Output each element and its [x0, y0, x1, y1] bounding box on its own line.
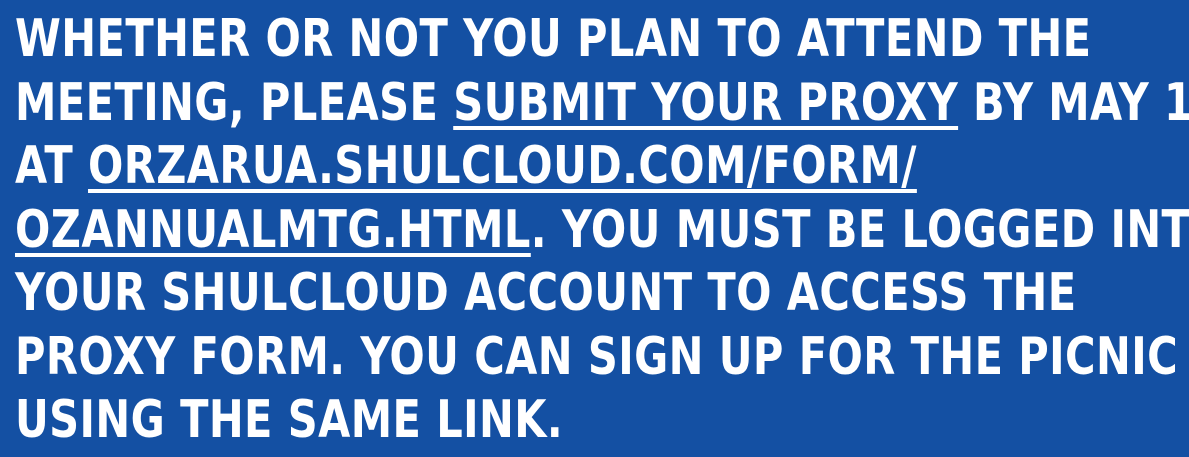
notice-line-3: AT ORZARUA.SHULCLOUD.COM/FORM/ [15, 135, 951, 199]
notice-line-1: WHETHER OR NOT YOU PLAN TO ATTEND THE [15, 9, 1092, 69]
notice-text-segment: MEETING, PLEASE [15, 72, 454, 133]
notice-text-segment: BY MAY 18 [972, 72, 1189, 133]
notice-line-6: PROXY FORM. YOU CAN SIGN UP FOR THE PICN… [15, 326, 1179, 387]
notice-text-segment: AT [15, 136, 89, 196]
notice-line-2: MEETING, PLEASE SUBMIT YOUR PROXY BY MAY… [15, 72, 1189, 136]
proxy-form-url-link[interactable]: ORZARUA.SHULCLOUD.COM/FORM/ [88, 136, 917, 196]
notice-line-7: USING THE SAME LINK. [15, 390, 564, 450]
notice-text: WHETHER OR NOT YOU PLAN TO ATTEND THE ME… [15, 8, 1189, 453]
notice-line-4: OZANNUALMTG.HTML. YOU MUST BE LOGGED INT… [15, 199, 1189, 263]
notice-banner: WHETHER OR NOT YOU PLAN TO ATTEND THE ME… [0, 0, 1189, 457]
notice-line-5: YOUR SHULCLOUD ACCOUNT TO ACCESS THE [15, 263, 1077, 323]
notice-text-segment: . YOU MUST BE LOGGED INTO [530, 199, 1189, 260]
proxy-form-url-link-continued[interactable]: OZANNUALMTG.HTML [15, 200, 531, 260]
submit-proxy-link[interactable]: SUBMIT YOUR PROXY [453, 73, 958, 133]
